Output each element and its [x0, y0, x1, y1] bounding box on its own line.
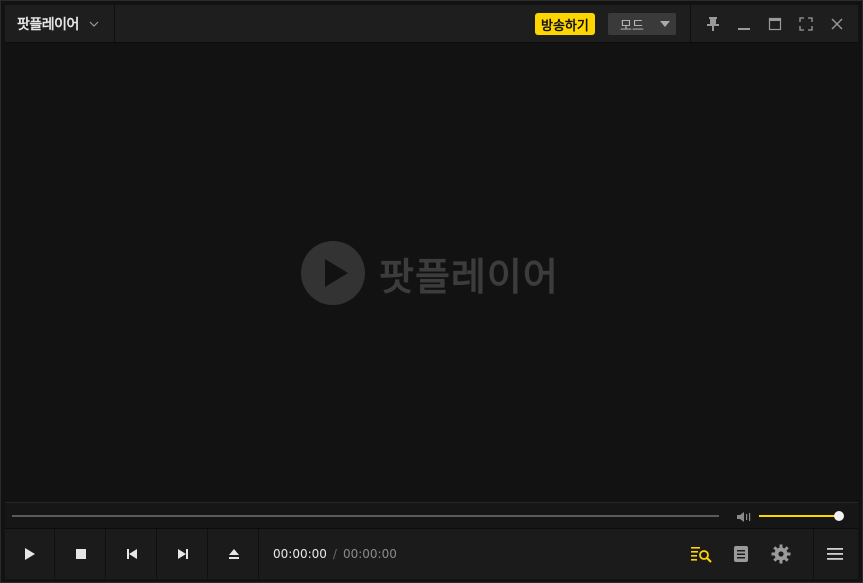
time-display: 00:00:00 / 00:00:00 — [273, 529, 397, 579]
potplayer-window: 팟플레이어 방송하기 모드 팟플레이어 00:00:00 / 00:00:00 — [0, 0, 863, 583]
time-separator: / — [332, 547, 337, 561]
minimize-button[interactable] — [733, 13, 755, 35]
settings-button[interactable] — [768, 541, 794, 567]
volume-slider[interactable] — [759, 511, 844, 521]
speaker-icon — [737, 512, 751, 522]
stop-icon — [75, 549, 86, 559]
playlist-search-icon — [691, 547, 712, 563]
previous-icon — [126, 549, 137, 559]
menu-icon — [827, 548, 843, 560]
playlist-search-button[interactable] — [688, 541, 714, 567]
logo-text: 팟플레이어 — [379, 254, 559, 299]
play-logo-icon — [301, 241, 365, 305]
broadcast-button[interactable]: 방송하기 — [535, 13, 595, 35]
play-icon — [24, 548, 35, 560]
settings-icon — [771, 544, 791, 564]
stop-button[interactable] — [56, 529, 106, 579]
potplayer-logo: 팟플레이어 — [301, 241, 559, 305]
app-title: 팟플레이어 — [17, 17, 79, 33]
control-bar: 00:00:00 / 00:00:00 — [5, 529, 858, 579]
volume-level — [759, 515, 839, 517]
close-icon — [831, 18, 843, 30]
current-time: 00:00:00 — [273, 547, 327, 561]
fullscreen-button[interactable] — [795, 13, 817, 35]
play-button[interactable] — [5, 529, 55, 579]
next-button[interactable] — [158, 529, 208, 579]
menu-divider — [813, 529, 814, 579]
app-menu-button[interactable]: 팟플레이어 — [5, 5, 115, 43]
total-time: 00:00:00 — [342, 547, 397, 561]
maximize-button[interactable] — [764, 13, 786, 35]
dropdown-caret-icon — [660, 21, 670, 27]
mode-dropdown[interactable]: 모드 — [608, 13, 676, 35]
chevron-down-icon — [89, 21, 99, 27]
fullscreen-icon — [799, 17, 813, 31]
pin-button[interactable] — [702, 13, 724, 35]
previous-button[interactable] — [107, 529, 157, 579]
maximize-icon — [768, 17, 782, 31]
mute-button[interactable] — [736, 509, 752, 523]
mode-label: 모드 — [620, 18, 644, 34]
close-button[interactable] — [826, 13, 848, 35]
chapter-button[interactable] — [728, 541, 754, 567]
pin-icon — [707, 17, 719, 31]
titlebar-divider — [690, 5, 691, 43]
eject-button[interactable] — [209, 529, 259, 579]
seek-bar[interactable] — [12, 515, 719, 517]
next-icon — [177, 549, 188, 559]
title-bar: 팟플레이어 방송하기 모드 — [5, 5, 858, 43]
video-area[interactable]: 팟플레이어 — [5, 43, 858, 502]
volume-knob[interactable] — [834, 511, 844, 521]
seek-row — [5, 502, 858, 529]
chapter-icon — [734, 546, 748, 562]
minimize-icon — [738, 28, 750, 30]
eject-icon — [228, 549, 239, 559]
main-menu-button[interactable] — [822, 541, 848, 567]
